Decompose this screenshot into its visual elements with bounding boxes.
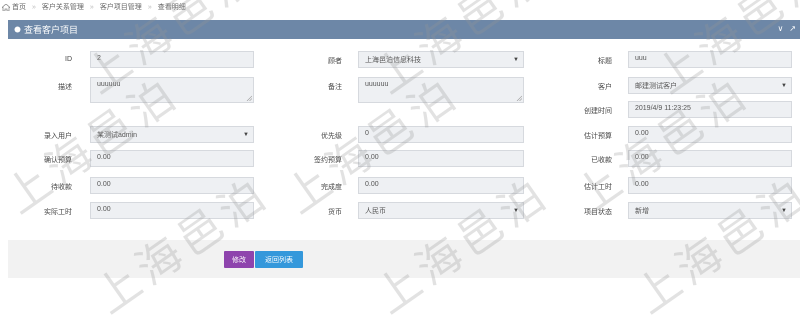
label-currency: 货币: [328, 209, 342, 216]
home-icon[interactable]: [2, 3, 10, 11]
breadcrumb-home[interactable]: 首页: [12, 2, 26, 12]
label-received: 已收款: [591, 157, 612, 164]
breadcrumb-projects[interactable]: 客户项目管理: [100, 2, 142, 12]
label-pending: 待收款: [51, 184, 72, 191]
form-footer: [8, 240, 800, 278]
description-textarea[interactable]: uuuuuu: [90, 77, 254, 103]
label-owner: 顾者: [328, 58, 342, 65]
label-created: 创建时间: [584, 108, 612, 115]
expand-icon[interactable]: ↗: [789, 24, 796, 33]
label-hours-actual: 实际工时: [44, 209, 72, 216]
pending-field[interactable]: 0.00: [90, 177, 254, 194]
estimated-budget-field[interactable]: 0.00: [628, 126, 792, 143]
owner-select[interactable]: 上海邑泊信息科技 ▼: [358, 51, 524, 68]
actual-hours-field[interactable]: 0.00: [90, 202, 254, 219]
remark-textarea[interactable]: uuuuuu: [358, 77, 524, 103]
label-priority: 优先级: [321, 133, 342, 140]
panel-title: 查看客户项目: [24, 25, 79, 35]
received-field[interactable]: 0.00: [628, 150, 792, 167]
customer-select[interactable]: 邮建测试客户 ▼: [628, 77, 792, 94]
status-select[interactable]: 新增 ▼: [628, 202, 792, 219]
label-status: 项目状态: [584, 209, 612, 216]
label-remark: 备注: [328, 84, 342, 91]
chevron-down-icon: ▼: [243, 132, 249, 138]
label-completion: 完成度: [321, 184, 342, 191]
chevron-down-icon: ▼: [513, 57, 519, 63]
breadcrumb-separator: »: [147, 3, 152, 11]
breadcrumb-current: 查看明细: [157, 4, 186, 11]
resize-grip-icon[interactable]: [516, 95, 522, 101]
edit-button[interactable]: 修改: [224, 251, 254, 268]
breadcrumb: 首页 » 客户关系管理 » 客户项目管理 » 查看明细: [0, 0, 800, 14]
back-to-list-button[interactable]: 返回列表: [255, 251, 303, 268]
priority-field[interactable]: 0: [358, 126, 524, 143]
label-id: ID: [65, 56, 72, 63]
created-time-field[interactable]: 2019/4/9 11:23:25: [628, 101, 792, 118]
completion-field[interactable]: 0.00: [358, 177, 524, 194]
breadcrumb-crm[interactable]: 客户关系管理: [42, 2, 84, 12]
label-customer: 客户: [598, 84, 612, 91]
confirmed-budget-field[interactable]: 0.00: [90, 150, 254, 167]
label-entry-user: 录入用户: [44, 133, 72, 140]
signed-budget-field[interactable]: 0.00: [358, 150, 524, 167]
chevron-down-icon: ▼: [781, 83, 787, 89]
label-budget-confirm: 确认预算: [44, 157, 72, 164]
chevron-down-icon: ▼: [781, 208, 787, 214]
entry-user-select[interactable]: 某测试admin ▼: [90, 126, 254, 143]
label-title: 标题: [598, 58, 612, 65]
resize-grip-icon[interactable]: [246, 95, 252, 101]
title-field[interactable]: uuu: [628, 51, 792, 68]
id-field[interactable]: 2: [90, 51, 254, 68]
chevron-down-icon: ▼: [513, 208, 519, 214]
label-hours-est: 估计工时: [584, 184, 612, 191]
breadcrumb-separator: »: [32, 3, 36, 11]
label-desc: 描述: [58, 84, 72, 91]
currency-select[interactable]: 人民币 ▼: [358, 202, 524, 219]
label-budget-signed: 签约预算: [314, 157, 342, 164]
label-budget-est: 估计预算: [584, 133, 612, 140]
collapse-icon[interactable]: ∨: [777, 24, 783, 33]
panel-header: 查看客户项目 ∨ ↗: [8, 20, 800, 39]
view-icon: [14, 26, 21, 33]
breadcrumb-separator: »: [89, 3, 94, 11]
estimated-hours-field[interactable]: 0.00: [628, 177, 792, 194]
